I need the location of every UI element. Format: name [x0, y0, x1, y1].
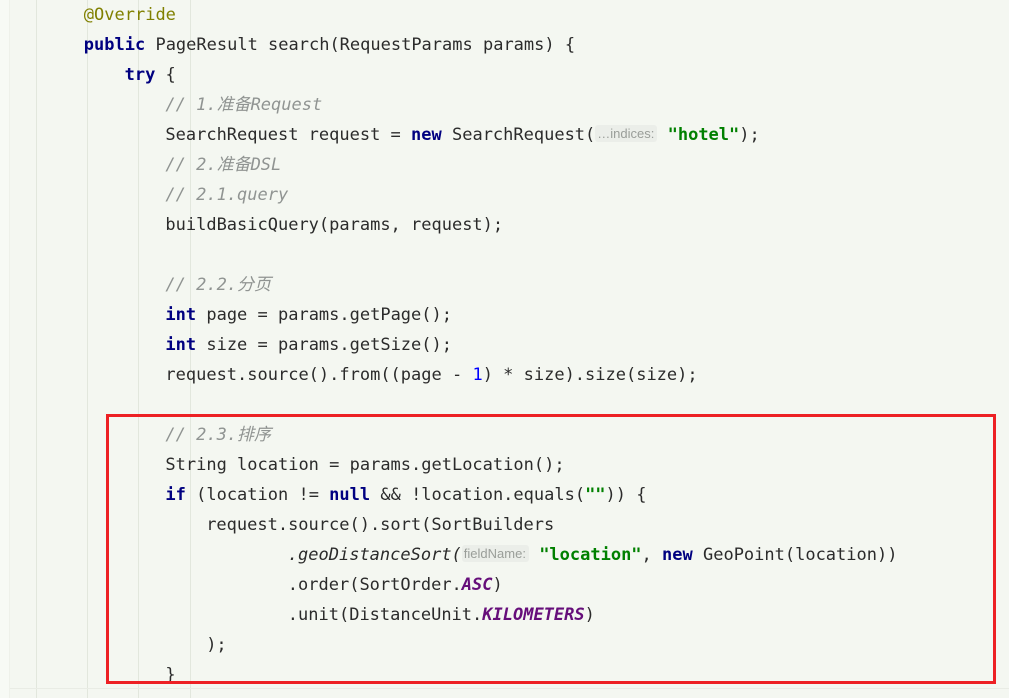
keyword-token: public	[83, 35, 146, 55]
code-token: GeoPoint(location))	[692, 545, 898, 565]
code-comment: // 2.准备DSL	[165, 155, 282, 175]
code-comment: // 2.2.分页	[165, 275, 272, 295]
code-token: ) * size).size(size);	[482, 365, 698, 385]
code-line[interactable]: int size = params.getSize();	[10, 330, 1009, 360]
parameter-hint: …indices:	[595, 125, 658, 142]
static-member-token: ASC	[461, 575, 493, 595]
code-token: request.source().sort(SortBuilders	[206, 515, 555, 535]
code-comment: // 1.准备Request	[165, 95, 323, 115]
code-token: buildBasicQuery(params, request);	[165, 215, 504, 235]
code-editor-screenshot: @Override public PageResult search(Reques…	[0, 0, 1009, 698]
code-line[interactable]: @Override	[10, 0, 1009, 30]
code-line[interactable]: if (location != null && !location.equals…	[10, 480, 1009, 510]
keyword-token: null	[329, 485, 371, 505]
string-literal: "hotel"	[667, 125, 740, 145]
code-line[interactable]	[10, 240, 1009, 270]
code-line[interactable]: .order(SortOrder.ASC)	[10, 570, 1009, 600]
keyword-token: int	[165, 335, 197, 355]
code-line[interactable]: SearchRequest request = new SearchReques…	[10, 120, 1009, 150]
code-line[interactable]: String location = params.getLocation();	[10, 450, 1009, 480]
number-literal: 1	[472, 365, 483, 385]
bottom-line-separator	[10, 688, 1009, 689]
keyword-token: int	[165, 305, 197, 325]
code-line[interactable]: int page = params.getPage();	[10, 300, 1009, 330]
code-line[interactable]: buildBasicQuery(params, request);	[10, 210, 1009, 240]
parameter-hint: fieldName:	[461, 545, 529, 562]
code-token: )	[584, 605, 595, 625]
code-token: size = params.getSize();	[196, 335, 452, 355]
code-line[interactable]: // 2.准备DSL	[10, 150, 1009, 180]
code-line[interactable]: // 2.2.分页	[10, 270, 1009, 300]
code-token: );	[206, 635, 227, 655]
code-token: .unit(DistanceUnit.	[287, 605, 483, 625]
editor-gutter[interactable]	[0, 0, 10, 698]
code-comment: // 2.3.排序	[165, 425, 272, 445]
code-token: request.source().from((page -	[165, 365, 473, 385]
string-literal: ""	[585, 485, 606, 505]
code-token: )	[492, 575, 503, 595]
code-token: (location !=	[185, 485, 330, 505]
code-line[interactable]: }	[10, 660, 1009, 690]
string-literal: "location"	[539, 545, 642, 565]
code-line[interactable]: request.source().sort(SortBuilders	[10, 510, 1009, 540]
code-token: SearchRequest request =	[165, 125, 412, 145]
code-line[interactable]: // 1.准备Request	[10, 90, 1009, 120]
code-line[interactable]: .geoDistanceSort(fieldName: "location", …	[10, 540, 1009, 570]
code-line[interactable]: request.source().from((page - 1) * size)…	[10, 360, 1009, 390]
code-line[interactable]: // 2.3.排序	[10, 420, 1009, 450]
static-member-token: KILOMETERS	[482, 605, 585, 625]
code-token: PageResult search(RequestParams params) …	[145, 35, 576, 55]
code-token: {	[155, 65, 176, 85]
code-token: );	[739, 125, 760, 145]
keyword-token: new	[411, 125, 442, 145]
keyword-token: if	[165, 485, 186, 505]
code-line[interactable]: .unit(DistanceUnit.KILOMETERS)	[10, 600, 1009, 630]
code-token: .order(SortOrder.	[287, 575, 462, 595]
keyword-token: try	[124, 65, 156, 85]
code-line[interactable]: try {	[10, 60, 1009, 90]
code-token: String location = params.getLocation();	[165, 455, 565, 475]
code-content[interactable]: @Override public PageResult search(Reques…	[10, 0, 1009, 698]
code-line[interactable]	[10, 390, 1009, 420]
code-token: }	[165, 665, 176, 685]
code-token: ,	[641, 545, 663, 565]
code-line[interactable]: public PageResult search(RequestParams p…	[10, 30, 1009, 60]
code-token: page = params.getPage();	[196, 305, 452, 325]
code-token: )) {	[605, 485, 647, 505]
code-line[interactable]: // 2.1.query	[10, 180, 1009, 210]
java-annotation: @Override	[83, 5, 176, 25]
code-comment: // 2.1.query	[165, 185, 289, 205]
code-token: SearchRequest(	[441, 125, 596, 145]
static-member-token: .geoDistanceSort(	[287, 545, 462, 565]
keyword-token: new	[662, 545, 693, 565]
code-line[interactable]: );	[10, 630, 1009, 660]
code-token: && !location.equals(	[370, 485, 586, 505]
